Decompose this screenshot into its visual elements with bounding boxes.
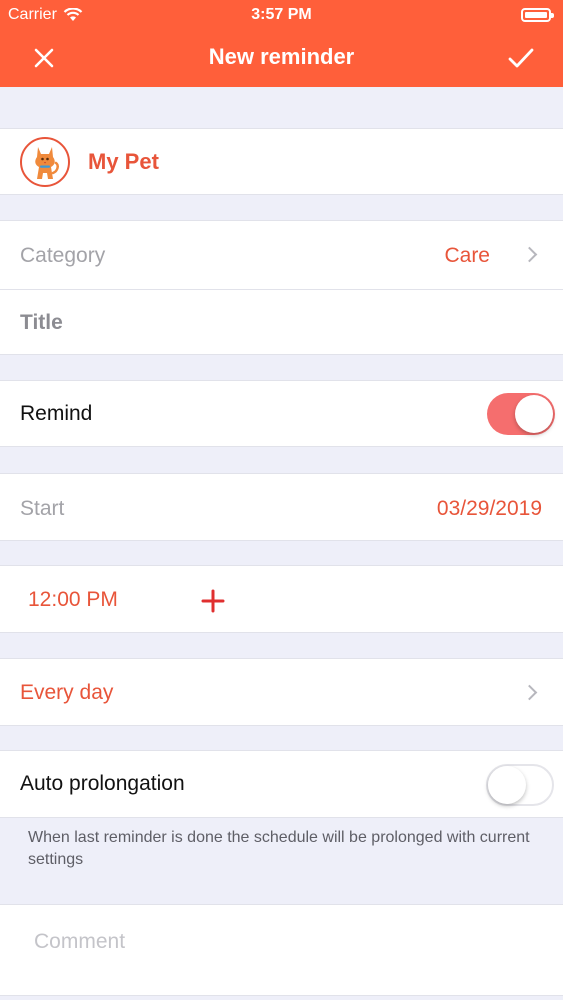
auto-prolongation-note: When last reminder is done the schedule …: [28, 829, 530, 868]
cat-icon: [35, 147, 59, 179]
add-time-button[interactable]: [200, 588, 226, 614]
start-date-value: 03/29/2019: [436, 497, 542, 520]
title-placeholder: Title: [20, 311, 63, 334]
repeat-value: Every day: [20, 681, 114, 704]
toggle-knob: [515, 395, 553, 433]
auto-prolongation-toggle[interactable]: [486, 764, 554, 806]
battery-icon: [521, 8, 554, 22]
status-bar: Carrier 3:57 PM: [0, 0, 563, 30]
auto-prolongation-row: Auto prolongation: [0, 750, 563, 818]
auto-prolongation-label: Auto prolongation: [20, 772, 185, 795]
remind-label: Remind: [20, 402, 93, 425]
pet-name: My Pet: [88, 149, 159, 174]
toggle-knob: [488, 766, 526, 804]
remind-toggle[interactable]: [487, 393, 555, 435]
comment-input[interactable]: Comment: [0, 904, 563, 996]
plus-icon: [201, 589, 225, 613]
chevron-right-icon: [521, 246, 538, 263]
start-label: Start: [20, 497, 65, 520]
category-title-group: Category Care Title: [0, 220, 563, 355]
category-label: Category: [20, 244, 106, 267]
navigation-header: Carrier 3:57 PM New reminder: [0, 0, 563, 87]
chevron-right-icon: [521, 684, 538, 701]
repeat-row[interactable]: Every day: [0, 658, 563, 726]
page-title: New reminder: [208, 44, 355, 69]
comment-placeholder: Comment: [34, 930, 126, 953]
category-value: Care: [444, 244, 490, 267]
start-row[interactable]: Start 03/29/2019: [0, 473, 563, 541]
title-input[interactable]: Title: [0, 290, 563, 355]
status-time: 3:57 PM: [251, 6, 312, 23]
pet-avatar: [20, 137, 70, 187]
done-button[interactable]: [501, 38, 541, 78]
checkmark-icon: [508, 48, 534, 68]
category-row[interactable]: Category Care: [0, 221, 563, 289]
time-row: 12:00 PM: [0, 565, 563, 633]
pet-row[interactable]: My Pet: [0, 128, 563, 195]
time-value[interactable]: 12:00 PM: [28, 588, 118, 612]
remind-row: Remind: [0, 380, 563, 447]
